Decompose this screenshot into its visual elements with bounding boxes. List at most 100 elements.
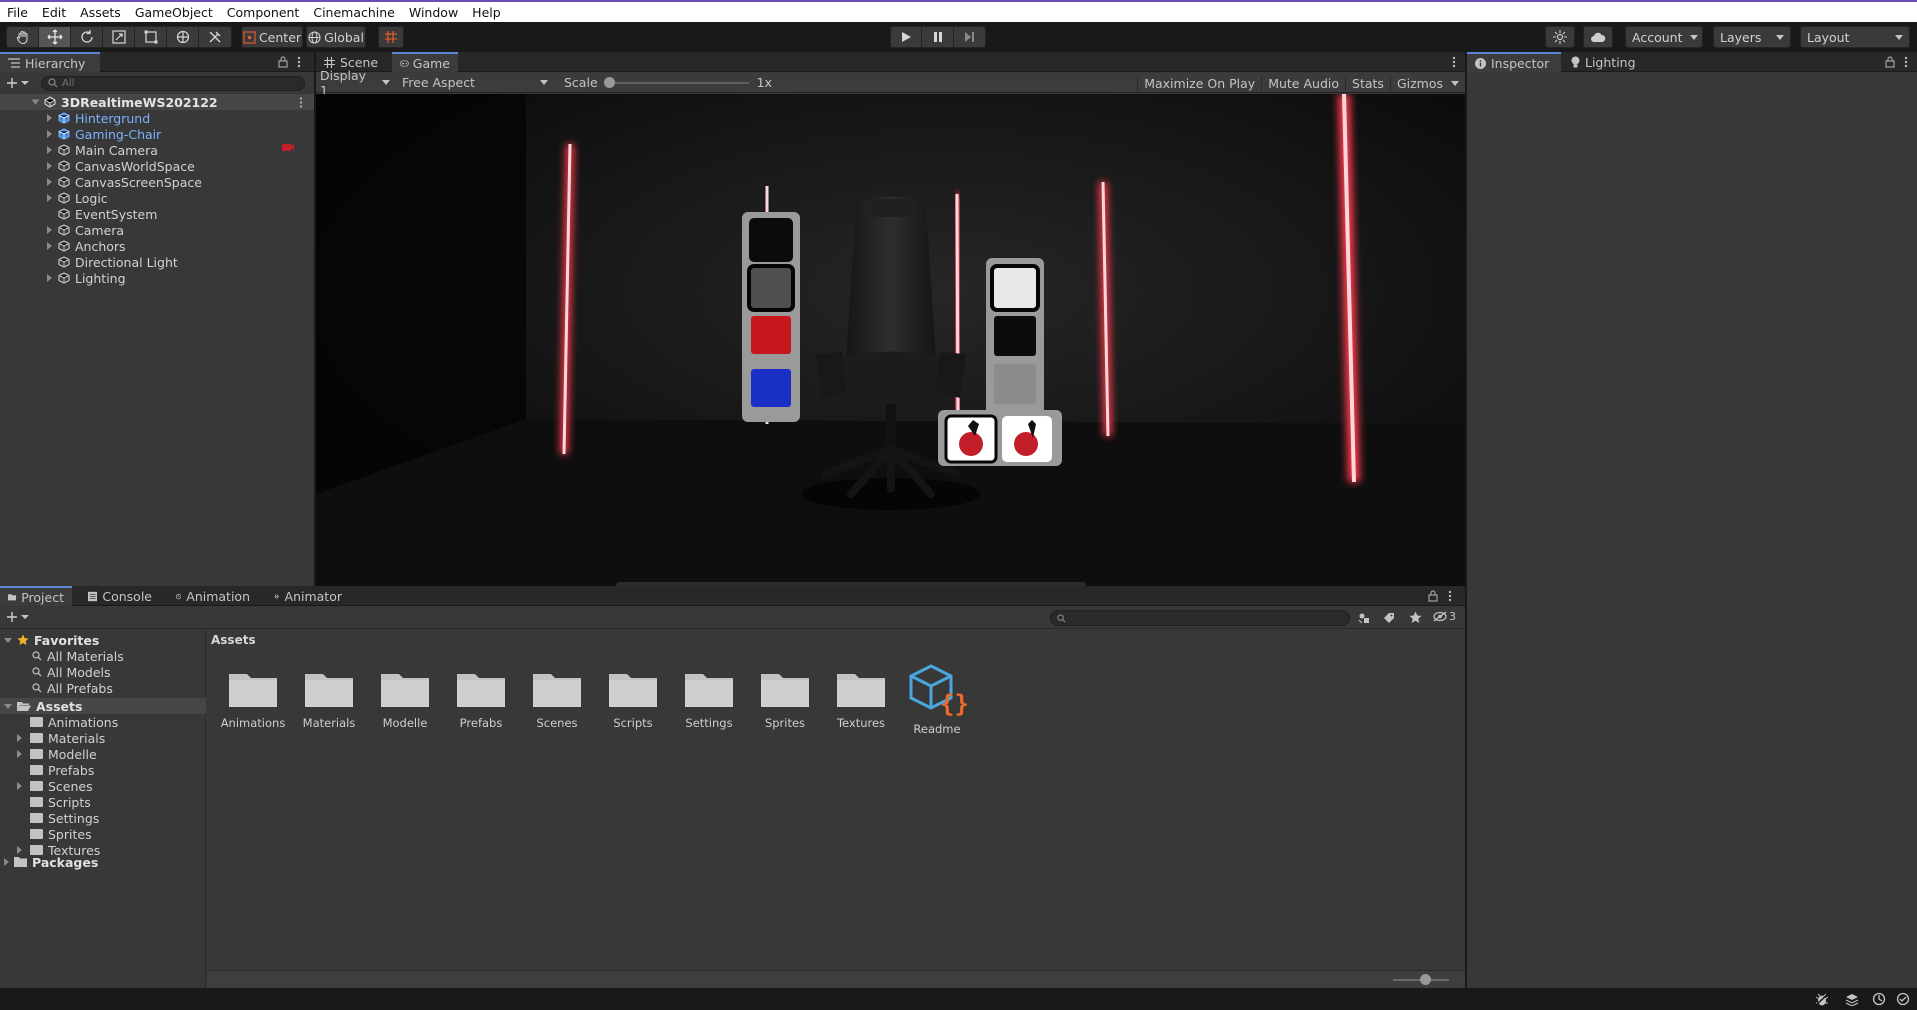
- cloud-button[interactable]: [1583, 26, 1613, 48]
- packages-row[interactable]: Packages: [0, 854, 206, 870]
- display-dropdown[interactable]: Display 1: [316, 68, 394, 98]
- account-dropdown[interactable]: Account: [1625, 26, 1703, 48]
- expand-arrow-icon[interactable]: [4, 858, 9, 866]
- rect-tool-button[interactable]: [135, 27, 167, 47]
- kebab-menu-icon[interactable]: [299, 97, 303, 108]
- pause-button[interactable]: [922, 27, 954, 47]
- expand-arrow-icon[interactable]: [31, 99, 40, 105]
- space-toggle[interactable]: Global: [306, 26, 366, 48]
- tab-lighting[interactable]: Lighting: [1563, 52, 1647, 72]
- asset-folder-item[interactable]: Settings: [17, 810, 99, 826]
- asset-folder-tile[interactable]: Scenes: [522, 670, 592, 730]
- expand-arrow-icon[interactable]: [47, 130, 52, 138]
- tab-project[interactable]: Project: [0, 586, 72, 606]
- layers-stack-icon[interactable]: [1845, 993, 1859, 1006]
- pivot-toggle[interactable]: Center: [241, 26, 303, 48]
- favorites-row[interactable]: Favorites: [0, 632, 206, 648]
- asset-folder-tile[interactable]: Sprites: [750, 670, 820, 730]
- bug-icon[interactable]: [1815, 993, 1829, 1006]
- play-button[interactable]: [891, 27, 923, 47]
- hierarchy-item[interactable]: Main Camera: [0, 142, 314, 158]
- game-render[interactable]: [316, 94, 1465, 586]
- color-swatch-black[interactable]: [749, 218, 793, 262]
- menu-edit[interactable]: Edit: [35, 5, 73, 20]
- expand-arrow-icon[interactable]: [47, 146, 52, 154]
- layers-dropdown[interactable]: Layers: [1713, 26, 1791, 48]
- lighting-bake-icon[interactable]: [1872, 992, 1886, 1006]
- hierarchy-item[interactable]: Anchors: [0, 238, 314, 254]
- create-button[interactable]: [6, 77, 29, 89]
- scene-row[interactable]: 3DRealtimeWS202122: [0, 94, 314, 110]
- menu-component[interactable]: Component: [220, 5, 307, 20]
- color-swatch-grey-right[interactable]: [994, 364, 1036, 404]
- kebab-menu-icon[interactable]: [1452, 56, 1456, 68]
- tab-inspector[interactable]: Inspector: [1467, 52, 1561, 72]
- kebab-menu-icon[interactable]: [297, 56, 301, 68]
- project-create-button[interactable]: [6, 611, 29, 623]
- services-button[interactable]: [1545, 26, 1575, 48]
- kebab-menu-icon[interactable]: [1448, 590, 1452, 602]
- hierarchy-item[interactable]: Logic: [0, 190, 314, 206]
- expand-arrow-icon[interactable]: [17, 846, 22, 854]
- hierarchy-item[interactable]: Hintergrund: [0, 110, 314, 126]
- hierarchy-item[interactable]: CanvasWorldSpace: [0, 158, 314, 174]
- expand-arrow-icon[interactable]: [47, 242, 52, 250]
- hierarchy-search[interactable]: [41, 75, 305, 91]
- expand-arrow-icon[interactable]: [4, 703, 12, 709]
- hand-tool-button[interactable]: [7, 27, 39, 47]
- expand-arrow-icon[interactable]: [47, 114, 52, 122]
- expand-arrow-icon[interactable]: [17, 734, 22, 742]
- favorite-item[interactable]: All Models: [32, 664, 111, 680]
- lock-icon[interactable]: [1428, 590, 1438, 602]
- favorite-item[interactable]: All Materials: [32, 648, 124, 664]
- tab-animation[interactable]: Animation: [168, 586, 258, 606]
- color-swatch-grey[interactable]: [747, 264, 795, 312]
- readme-asset[interactable]: {} Readme: [902, 664, 972, 736]
- hierarchy-item[interactable]: CanvasScreenSpace: [0, 174, 314, 190]
- asset-folder-tile[interactable]: Settings: [674, 670, 744, 730]
- color-swatch-red[interactable]: [751, 316, 791, 354]
- custom-tool-button[interactable]: [199, 27, 231, 47]
- search-by-type-icon[interactable]: [1358, 612, 1370, 624]
- menu-file[interactable]: File: [0, 5, 35, 20]
- expand-arrow-icon[interactable]: [4, 637, 12, 643]
- lock-icon[interactable]: [278, 56, 288, 68]
- color-swatch-black-right[interactable]: [994, 316, 1036, 356]
- menu-gameobject[interactable]: GameObject: [128, 5, 220, 20]
- asset-folder-item[interactable]: Scripts: [17, 794, 91, 810]
- kebab-menu-icon[interactable]: [1904, 56, 1908, 68]
- asset-folder-tile[interactable]: Prefabs: [446, 670, 516, 730]
- expand-arrow-icon[interactable]: [17, 782, 22, 790]
- asset-folder-tile[interactable]: Animations: [218, 670, 288, 730]
- menu-cinemachine[interactable]: Cinemachine: [306, 5, 402, 20]
- expand-arrow-icon[interactable]: [47, 226, 52, 234]
- icon-size-slider-thumb[interactable]: [1420, 974, 1431, 985]
- favorite-item[interactable]: All Prefabs: [32, 680, 113, 696]
- asset-folder-tile[interactable]: Textures: [826, 670, 896, 730]
- move-tool-button[interactable]: [39, 27, 71, 47]
- asset-folder-item[interactable]: Modelle: [17, 746, 97, 762]
- color-swatch-white[interactable]: [990, 264, 1040, 312]
- grid-snap-button[interactable]: [378, 26, 404, 48]
- hierarchy-item[interactable]: Directional Light: [0, 254, 314, 270]
- lock-icon[interactable]: [1885, 56, 1895, 68]
- layout-dropdown[interactable]: Layout: [1800, 26, 1910, 48]
- project-search-input[interactable]: [1070, 612, 1340, 624]
- color-swatch-blue[interactable]: [751, 369, 791, 407]
- menu-help[interactable]: Help: [465, 5, 508, 20]
- asset-folder-item[interactable]: Sprites: [17, 826, 92, 842]
- asset-folder-tile[interactable]: Modelle: [370, 670, 440, 730]
- expand-arrow-icon[interactable]: [47, 194, 52, 202]
- asset-folder-item[interactable]: Scenes: [17, 778, 93, 794]
- stats-toggle[interactable]: Stats: [1345, 75, 1390, 91]
- expand-arrow-icon[interactable]: [47, 178, 52, 186]
- step-button[interactable]: [953, 27, 985, 47]
- asset-folder-tile[interactable]: Materials: [294, 670, 364, 730]
- star-icon[interactable]: [1409, 611, 1422, 624]
- expand-arrow-icon[interactable]: [47, 162, 52, 170]
- progress-check-icon[interactable]: [1896, 992, 1910, 1006]
- maximize-on-play-toggle[interactable]: Maximize On Play: [1137, 75, 1261, 91]
- transform-tool-button[interactable]: [167, 27, 199, 47]
- asset-folder-item[interactable]: Animations: [17, 714, 118, 730]
- rotate-tool-button[interactable]: [71, 27, 103, 47]
